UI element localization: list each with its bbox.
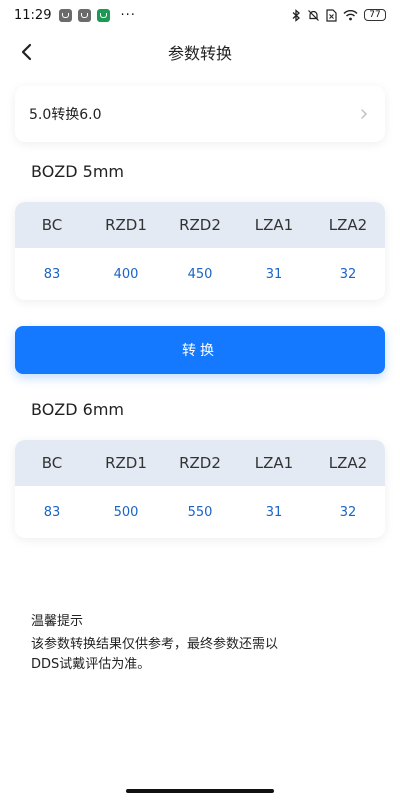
table-header-cell: RZD2 <box>179 454 221 472</box>
table-header-row: BC RZD1 RZD2 LZA1 LZA2 <box>15 202 385 248</box>
table-header-cell: LZA1 <box>254 216 294 234</box>
status-bar: 11:29 ··· 77 <box>0 0 400 30</box>
table-row: 83 500 550 31 32 <box>15 486 385 538</box>
params-table-6mm: BC RZD1 RZD2 LZA1 LZA2 83 500 550 31 32 <box>15 440 385 538</box>
table-header-cell: LZA2 <box>328 454 368 472</box>
no-sim-icon <box>326 8 337 22</box>
conversion-type-label: 5.0转换6.0 <box>29 107 102 123</box>
conversion-type-selector[interactable]: 5.0转换6.0 <box>15 86 385 142</box>
table-value-cell: 450 <box>187 266 213 282</box>
tips-section: 温馨提示 该参数转换结果仅供参考，最终参数还需以 DDS试戴评估为准。 <box>31 610 351 675</box>
section-title-5mm: BOZD 5mm <box>31 162 125 181</box>
convert-button[interactable]: 转换 <box>15 326 385 374</box>
app-notification-icon <box>78 8 92 22</box>
table-value-cell: 400 <box>113 266 139 282</box>
table-value-cell: 32 <box>339 266 357 282</box>
home-indicator[interactable] <box>126 789 274 793</box>
tips-line: DDS试戴评估为准。 <box>31 657 151 672</box>
table-header-cell: RZD2 <box>179 216 221 234</box>
bluetooth-icon <box>292 8 300 22</box>
mute-bell-icon <box>308 9 319 21</box>
table-value-cell: 83 <box>43 266 61 282</box>
table-row: 83 400 450 31 32 <box>15 248 385 300</box>
table-value-cell: 500 <box>113 504 139 520</box>
page-title: 参数转换 <box>167 44 232 63</box>
wifi-icon <box>343 10 358 21</box>
table-header-cell: RZD1 <box>105 216 147 234</box>
battery-icon: 77 <box>364 9 386 21</box>
table-header-cell: RZD1 <box>105 454 147 472</box>
table-value-cell: 31 <box>265 266 283 282</box>
table-header-cell: LZA1 <box>254 454 294 472</box>
app-notification-icon <box>59 8 73 22</box>
table-value-cell: 550 <box>187 504 213 520</box>
params-table-5mm: BC RZD1 RZD2 LZA1 LZA2 83 400 450 31 32 <box>15 202 385 300</box>
table-header-cell: LZA2 <box>328 216 368 234</box>
table-value-cell: 31 <box>265 504 283 520</box>
table-value-cell: 83 <box>43 504 61 520</box>
more-notifications-icon: ··· <box>120 7 136 23</box>
tips-body: 该参数转换结果仅供参考，最终参数还需以 DDS试戴评估为准。 <box>31 635 351 675</box>
app-notification-icon <box>97 8 111 22</box>
tips-title: 温馨提示 <box>31 614 84 629</box>
tips-line: 该参数转换结果仅供参考，最终参数还需以 <box>31 637 279 652</box>
table-header-cell: BC <box>41 454 63 472</box>
section-title-6mm: BOZD 6mm <box>31 400 125 419</box>
status-time: 11:29 <box>14 7 52 23</box>
chevron-right-icon <box>361 109 368 119</box>
convert-button-label: 转换 <box>182 343 218 359</box>
app-header: 参数转换 <box>0 30 400 74</box>
table-header-cell: BC <box>41 216 63 234</box>
table-value-cell: 32 <box>339 504 357 520</box>
table-header-row: BC RZD1 RZD2 LZA1 LZA2 <box>15 440 385 486</box>
